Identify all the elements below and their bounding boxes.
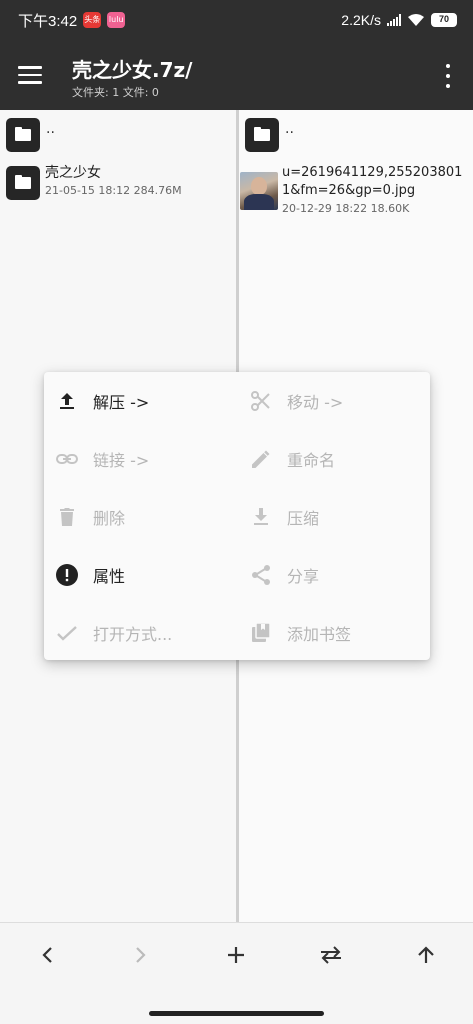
menu-item-compress[interactable]: 压缩: [238, 488, 428, 546]
info-icon: [54, 562, 80, 588]
status-time: 下午3:42: [18, 12, 78, 30]
folder-icon: [6, 166, 40, 200]
swap-panes-button[interactable]: [311, 937, 351, 973]
up-directory-button[interactable]: [406, 937, 446, 973]
menu-item-label: 分享: [287, 567, 320, 586]
home-indicator[interactable]: [149, 1011, 324, 1016]
folder-icon: [245, 118, 279, 152]
parent-folder-row[interactable]: ..: [6, 118, 236, 152]
folder-icon: [6, 118, 40, 152]
app-notification-icon: 头条: [83, 12, 102, 28]
chevron-left-icon: [42, 947, 52, 963]
status-right: 2.2K/s 70: [341, 12, 457, 28]
share-icon: [248, 562, 274, 588]
menu-item-label: 移动 ->: [287, 393, 344, 412]
item-text: 壳之少女 21-05-15 18:12 284.76M: [45, 164, 182, 197]
item-text: u=2619641129,2552038011&fm=26&gp=0.jpg 2…: [282, 164, 468, 215]
menu-item-properties[interactable]: 属性: [44, 546, 234, 604]
back-button[interactable]: [27, 937, 67, 973]
download-icon: [248, 504, 274, 530]
status-left: 下午3:42 头条 lulu: [18, 10, 126, 31]
upload-icon: [54, 388, 80, 414]
menu-item-rename[interactable]: 重命名: [238, 430, 428, 488]
menu-item-label: 重命名: [287, 451, 336, 470]
forward-button[interactable]: [121, 937, 161, 973]
trash-icon: [54, 504, 80, 530]
swap-icon: [321, 946, 341, 964]
chevron-right-icon: [136, 947, 146, 963]
menu-item-label: 链接 ->: [93, 451, 150, 470]
item-name: 壳之少女: [45, 165, 101, 181]
cell-signal-icon: [387, 14, 401, 26]
folder-file-count: 文件夹: 1 文件: 0: [72, 86, 159, 99]
network-speed: 2.2K/s: [341, 12, 381, 28]
item-name: u=2619641129,2552038011&fm=26&gp=0.jpg: [282, 165, 463, 198]
pencil-icon: [248, 446, 274, 472]
item-meta: 21-05-15 18:12 284.76M: [45, 184, 182, 197]
menu-item-label: 删除: [93, 509, 126, 528]
menu-item-label: 属性: [93, 567, 126, 586]
menu-item-share[interactable]: 分享: [238, 546, 428, 604]
wifi-icon: [408, 14, 424, 26]
menu-item-delete[interactable]: 删除: [44, 488, 234, 546]
menu-item-label: 压缩: [287, 509, 320, 528]
menu-item-extract[interactable]: 解压 ->: [44, 372, 234, 430]
link-icon: [54, 446, 80, 472]
plus-icon: [228, 947, 244, 963]
bookmark-add-icon: [248, 620, 274, 646]
status-bar: 下午3:42 头条 lulu 2.2K/s 70: [0, 0, 473, 40]
check-icon: [54, 620, 80, 646]
more-vert-icon[interactable]: [443, 64, 453, 88]
page-title: 壳之少女.7z/: [72, 58, 193, 82]
item-meta: 20-12-29 18:22 18.60K: [282, 202, 410, 215]
menu-item-bookmark[interactable]: 添加书签: [238, 604, 428, 662]
list-item[interactable]: u=2619641129,2552038011&fm=26&gp=0.jpg 2…: [240, 164, 473, 215]
list-item[interactable]: 壳之少女 21-05-15 18:12 284.76M: [6, 164, 236, 200]
menu-item-move[interactable]: 移动 ->: [238, 372, 428, 430]
menu-item-open-with[interactable]: 打开方式...: [44, 604, 234, 662]
arrow-up-icon: [418, 946, 434, 963]
context-menu: 解压 -> 移动 -> 链接 -> 重命名 删除 压缩 属性 分享 打开方式..…: [44, 372, 430, 660]
image-thumbnail: [240, 172, 278, 210]
menu-item-link[interactable]: 链接 ->: [44, 430, 234, 488]
app-bar: 壳之少女.7z/ 文件夹: 1 文件: 0: [0, 40, 473, 110]
bottom-toolbar: [0, 922, 473, 1024]
menu-item-label: 解压 ->: [93, 393, 150, 412]
menu-item-label: 添加书签: [287, 625, 352, 644]
battery-icon: 70: [431, 13, 457, 27]
app-notification-icon: lulu: [107, 12, 126, 28]
add-button[interactable]: [216, 937, 256, 973]
hamburger-icon[interactable]: [18, 60, 48, 90]
parent-folder-label: ..: [46, 121, 55, 137]
menu-item-label: 打开方式...: [93, 625, 173, 644]
parent-folder-label: ..: [285, 121, 294, 137]
scissors-icon: [248, 388, 274, 414]
parent-folder-row[interactable]: ..: [245, 118, 473, 152]
